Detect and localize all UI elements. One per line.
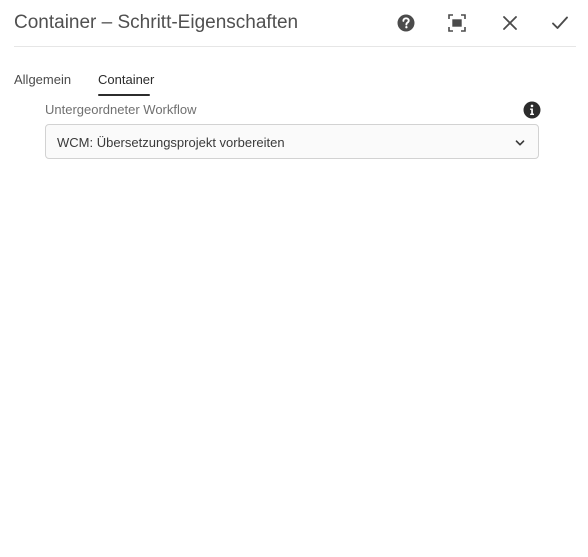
tab-allgemein[interactable]: Allgemein xyxy=(14,70,71,96)
help-button[interactable] xyxy=(391,8,421,38)
checkmark-icon xyxy=(552,16,568,29)
tab-container[interactable]: Container xyxy=(98,70,154,96)
subworkflow-label: Untergeordneter Workflow xyxy=(45,102,197,117)
chevron-down-icon xyxy=(515,140,525,146)
step-properties-dialog: Container – Schritt-Eigenschaften Allgem… xyxy=(0,0,588,557)
done-button[interactable] xyxy=(545,8,575,38)
dialog-title: Container – Schritt-Eigenschaften xyxy=(14,12,299,33)
dialog-header: Container – Schritt-Eigenschaften xyxy=(14,0,576,47)
close-button[interactable] xyxy=(495,8,525,38)
info-icon[interactable] xyxy=(523,101,541,119)
subworkflow-select[interactable]: WCM: Übersetzungsprojekt vorbereiten xyxy=(45,124,539,159)
fullscreen-button[interactable] xyxy=(442,8,472,38)
help-circle-icon xyxy=(397,14,415,32)
close-icon xyxy=(503,16,517,30)
fullscreen-icon xyxy=(448,14,466,32)
active-tab-indicator xyxy=(98,94,150,96)
info-circle-icon xyxy=(523,101,541,119)
subworkflow-selected-value: WCM: Übersetzungsprojekt vorbereiten xyxy=(57,135,285,150)
